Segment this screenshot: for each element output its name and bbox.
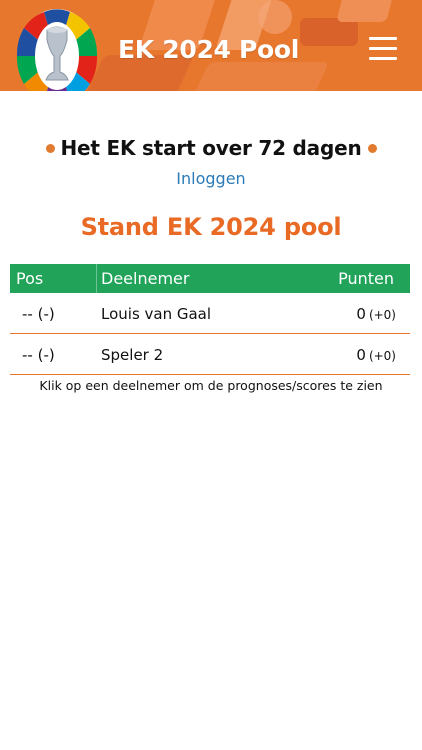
table-row[interactable]: -- (-) Louis van Gaal 0 (+0) bbox=[10, 293, 410, 334]
bullet-dot-icon bbox=[367, 143, 377, 153]
menu-bar bbox=[369, 47, 397, 50]
table-header: Pos Deelnemer Punten bbox=[10, 264, 410, 293]
column-header-name[interactable]: Deelnemer bbox=[101, 264, 189, 293]
menu-bar bbox=[369, 37, 397, 40]
header-decoration bbox=[336, 0, 394, 22]
column-header-points[interactable]: Punten bbox=[338, 264, 394, 293]
countdown-banner: Het EK start over 72 dagen bbox=[0, 134, 422, 162]
euro-2024-trophy-logo-icon[interactable] bbox=[14, 8, 100, 91]
row-points-value: 0 bbox=[356, 346, 366, 364]
table-hint-text: Klik op een deelnemer om de prognoses/sc… bbox=[39, 378, 383, 393]
standings-title: Stand EK 2024 pool bbox=[80, 213, 342, 241]
row-points-value: 0 bbox=[356, 305, 366, 323]
bullet-dot-icon bbox=[45, 143, 55, 153]
login-link[interactable]: Inloggen bbox=[0, 169, 422, 189]
row-points: 0 (+0) bbox=[356, 346, 396, 364]
site-title: EK 2024 Pool bbox=[118, 35, 300, 64]
header-decoration bbox=[300, 18, 358, 46]
countdown-text: Het EK start over 72 dagen bbox=[60, 136, 362, 160]
hamburger-menu-icon[interactable] bbox=[369, 35, 397, 63]
row-position: -- (-) bbox=[22, 305, 55, 323]
header-decoration bbox=[258, 0, 292, 34]
column-divider bbox=[96, 264, 97, 293]
site-header: EK 2024 Pool bbox=[0, 0, 422, 91]
row-points-delta: (+0) bbox=[368, 349, 396, 363]
column-header-pos[interactable]: Pos bbox=[16, 264, 43, 293]
standings-table: Pos Deelnemer Punten -- (-) Louis van Ga… bbox=[10, 264, 410, 375]
table-row[interactable]: -- (-) Speler 2 0 (+0) bbox=[10, 334, 410, 375]
menu-bar bbox=[369, 57, 397, 60]
row-points-delta: (+0) bbox=[368, 308, 396, 322]
row-participant-name[interactable]: Speler 2 bbox=[101, 346, 163, 364]
row-points: 0 (+0) bbox=[356, 305, 396, 323]
row-position: -- (-) bbox=[22, 346, 55, 364]
row-participant-name[interactable]: Louis van Gaal bbox=[101, 305, 211, 323]
